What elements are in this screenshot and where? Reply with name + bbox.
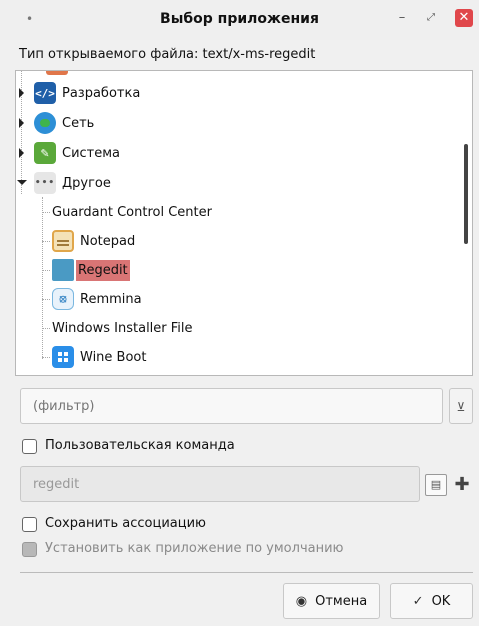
tree-scrollbar[interactable] xyxy=(464,144,468,244)
set-default-label: Установить как приложение по умолчанию xyxy=(45,541,344,556)
notepad-icon xyxy=(52,230,74,252)
tree-item-label: Guardant Control Center xyxy=(52,204,212,220)
maximize-button[interactable]: ⤢ xyxy=(422,9,440,27)
globe-icon xyxy=(34,112,56,134)
cancel-button[interactable]: ◉ Отмена xyxy=(283,583,380,619)
application-tree[interactable]: </> Разработка Сеть ✎ Система ••• Другое… xyxy=(15,70,473,376)
set-default-checkbox xyxy=(22,542,37,557)
file-type-label: Тип открываемого файла: text/x-ms-regedi… xyxy=(19,47,316,62)
close-button[interactable]: ✕ xyxy=(455,9,473,27)
tree-item-label: Разработка xyxy=(62,85,141,101)
tree-connector xyxy=(42,211,50,213)
tree-item-label: Notepad xyxy=(80,233,136,249)
tree-item-label: Windows Installer File xyxy=(52,320,193,336)
collapse-arrow-icon[interactable] xyxy=(17,180,27,185)
check-icon: ✓ xyxy=(412,593,424,609)
separator xyxy=(20,572,473,573)
tree-item-development[interactable]: </> Разработка xyxy=(16,79,456,107)
expand-arrow-icon[interactable] xyxy=(19,148,24,158)
title-bar: • Выбор приложения – ⤢ ✕ xyxy=(0,0,479,40)
tree-item-label: Система xyxy=(62,145,121,161)
tree-item-network[interactable]: Сеть xyxy=(16,109,456,137)
tree-connector xyxy=(42,269,50,271)
wrench-icon: ✎ xyxy=(34,142,56,164)
tree-connector xyxy=(42,356,50,358)
tree-item-wine-boot[interactable]: Wine Boot xyxy=(42,343,452,371)
cancel-label: Отмена xyxy=(315,593,368,609)
expand-arrow-icon[interactable] xyxy=(19,118,24,128)
tree-connector xyxy=(42,298,50,300)
cancel-icon: ◉ xyxy=(295,593,308,609)
custom-command-input[interactable] xyxy=(20,466,420,502)
tree-item-system[interactable]: ✎ Система xyxy=(16,139,456,167)
tree-item-label: Remmina xyxy=(80,291,142,307)
add-command-icon[interactable]: ✚ xyxy=(453,474,471,496)
tree-item-remmina[interactable]: ⦻ Remmina xyxy=(42,285,452,313)
ok-button[interactable]: ✓ OK xyxy=(390,583,473,619)
partial-category-icon xyxy=(46,71,68,75)
regedit-icon xyxy=(52,259,74,281)
more-icon: ••• xyxy=(34,172,56,194)
remmina-icon: ⦻ xyxy=(52,288,74,310)
remember-association-label[interactable]: Сохранить ассоциацию xyxy=(45,516,206,531)
tree-item-regedit[interactable]: Regedit xyxy=(42,256,452,284)
tree-item-label-selected: Regedit xyxy=(76,259,130,281)
remember-association-checkbox[interactable] xyxy=(22,517,37,532)
browse-file-icon[interactable]: ▤ xyxy=(425,474,447,496)
code-icon: </> xyxy=(34,82,56,104)
tree-item-guardant[interactable]: Guardant Control Center xyxy=(42,198,452,226)
clear-filter-icon[interactable]: ⊻ xyxy=(449,388,473,424)
custom-command-label[interactable]: Пользовательская команда xyxy=(45,438,235,453)
custom-command-checkbox[interactable] xyxy=(22,439,37,454)
ok-label: OK xyxy=(431,593,451,609)
filter-input[interactable] xyxy=(20,388,443,424)
minimize-button[interactable]: – xyxy=(393,9,411,27)
tree-item-label: Wine Boot xyxy=(80,349,147,365)
tree-connector xyxy=(42,240,50,242)
tree-item-label: Другое xyxy=(62,175,111,191)
windows-icon xyxy=(52,346,74,368)
tree-connector xyxy=(42,327,50,329)
expand-arrow-icon[interactable] xyxy=(19,88,24,98)
tree-item-notepad[interactable]: Notepad xyxy=(42,227,452,255)
tree-item-other[interactable]: ••• Другое xyxy=(16,169,456,197)
tree-item-label: Сеть xyxy=(62,115,95,131)
tree-item-windows-installer[interactable]: Windows Installer File xyxy=(42,314,452,342)
